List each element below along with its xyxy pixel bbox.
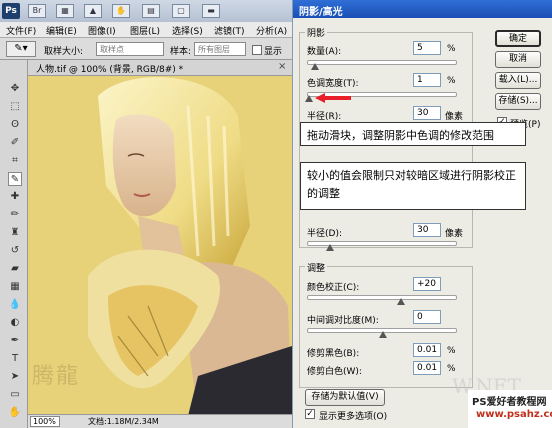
- adjustments-group-label: 调整: [305, 261, 328, 274]
- shadow-radius-label: 半径(R):: [307, 112, 342, 122]
- black-clip-input[interactable]: 0.01: [413, 343, 441, 357]
- color-correction-input[interactable]: +20: [413, 277, 441, 291]
- site-branding: PS爱好者教程网 www.psahz.com: [468, 390, 552, 428]
- arrange-icon[interactable]: ▤: [142, 4, 160, 18]
- save-button[interactable]: 存储(S)...: [495, 93, 541, 110]
- history-brush-icon[interactable]: ↺: [8, 244, 22, 258]
- show-ring-label: 显示: [264, 47, 283, 57]
- amount-label: 数量(A):: [307, 47, 342, 57]
- save-as-default-button[interactable]: 存储为默认值(V): [305, 389, 385, 406]
- amount-slider-track[interactable]: [307, 60, 457, 65]
- amount-unit: %: [447, 44, 456, 54]
- eyedropper-tool-icon[interactable]: ✎: [8, 172, 22, 186]
- show-more-options-label: 显示更多选项(O): [319, 412, 388, 422]
- quick-select-tool-icon[interactable]: ✐: [8, 136, 22, 150]
- document-title: 人物.tif @ 100% (背景, RGB/8#) *: [36, 65, 184, 75]
- zoom-field[interactable]: 100%: [30, 416, 60, 427]
- color-correction-label: 颜色校正(C):: [307, 283, 360, 293]
- shadow-radius-input[interactable]: 30: [413, 106, 441, 120]
- workspace-icon[interactable]: ▬: [202, 4, 220, 18]
- show-ring-checkbox[interactable]: [252, 45, 262, 55]
- highlight-radius-label: 半径(D):: [307, 229, 342, 239]
- white-clip-label: 修剪白色(W):: [307, 367, 362, 377]
- tonal-width-input[interactable]: 1: [413, 73, 441, 87]
- document-tab[interactable]: 人物.tif @ 100% (背景, RGB/8#) * ×: [28, 60, 292, 76]
- white-clip-input[interactable]: 0.01: [413, 361, 441, 375]
- amount-slider-thumb[interactable]: [310, 63, 319, 70]
- blur-tool-icon[interactable]: 💧: [8, 298, 22, 312]
- screen-mode-icon[interactable]: ▢: [172, 4, 190, 18]
- hand-icon[interactable]: ✋: [112, 4, 130, 18]
- callout-small-values: 较小的值会限制只对较暗区域进行阴影校正的调整: [300, 162, 526, 210]
- brand-name: PS爱好者教程网: [472, 397, 547, 408]
- photoshop-logo: Ps: [2, 3, 20, 19]
- shadows-group-label: 阴影: [305, 26, 328, 39]
- app-bar: Ps Br ▦ ▲ ✋ ▤ ▢ ▬: [0, 0, 292, 22]
- doc-size: 文档:1.18M/2.34M: [88, 417, 159, 426]
- black-clip-label: 修剪黑色(B):: [307, 349, 360, 359]
- zoom-icon[interactable]: ▲: [84, 4, 102, 18]
- sample-size-label: 取样大小:: [44, 47, 84, 57]
- midtone-contrast-input[interactable]: 0: [413, 310, 441, 324]
- black-clip-unit: %: [447, 346, 456, 356]
- mini-bridge-icon[interactable]: ▦: [56, 4, 74, 18]
- midtone-contrast-slider-thumb[interactable]: [379, 331, 387, 338]
- hand-tool-icon[interactable]: ✋: [8, 406, 22, 420]
- highlight-radius-input[interactable]: 30: [413, 223, 441, 237]
- close-icon[interactable]: ×: [278, 61, 286, 72]
- amount-input[interactable]: 5: [413, 41, 441, 55]
- color-correction-slider-thumb[interactable]: [397, 298, 405, 305]
- menu-filter[interactable]: 滤镜(T): [214, 24, 245, 37]
- healing-tool-icon[interactable]: ✚: [8, 190, 22, 204]
- shadow-radius-unit: 像素: [445, 112, 464, 122]
- crop-tool-icon[interactable]: ⌗: [8, 154, 22, 168]
- dodge-tool-icon[interactable]: ◐: [8, 316, 22, 330]
- color-correction-slider-track[interactable]: [307, 295, 457, 300]
- shape-tool-icon[interactable]: ▭: [8, 388, 22, 402]
- highlight-radius-slider-thumb[interactable]: [326, 244, 334, 251]
- pen-tool-icon[interactable]: ✒: [8, 334, 22, 348]
- highlight-radius-unit: 像素: [445, 229, 464, 239]
- shadow-highlight-dialog: 阴影/高光 阴影 数量(A): 5 % 色调宽度(T): 1 % 半径(R): …: [292, 0, 552, 428]
- eraser-tool-icon[interactable]: ▰: [8, 262, 22, 276]
- toolbox: ✥ ⬚ ʘ ✐ ⌗ ✎ ✚ ✏ ♜ ↺ ▰ ▦ 💧 ◐ ✒ T ➤ ▭ ✋: [0, 60, 28, 428]
- tonal-width-slider-thumb[interactable]: [304, 95, 313, 102]
- callout-tonal-width: 拖动滑块，调整阴影中色调的修改范围: [300, 122, 526, 146]
- status-bar: 100% 文档:1.18M/2.34M: [28, 414, 292, 428]
- dialog-title: 阴影/高光: [293, 0, 552, 18]
- brand-url: www.psahz.com: [476, 409, 552, 420]
- load-button[interactable]: 载入(L)...: [495, 72, 541, 89]
- tonal-width-unit: %: [447, 76, 456, 86]
- cancel-button[interactable]: 取消: [495, 51, 541, 68]
- menu-select[interactable]: 选择(S): [172, 24, 203, 37]
- gradient-tool-icon[interactable]: ▦: [8, 280, 22, 294]
- midtone-contrast-label: 中间调对比度(M):: [307, 316, 379, 326]
- sample-label: 样本:: [170, 47, 192, 57]
- lasso-tool-icon[interactable]: ʘ: [8, 118, 22, 132]
- menu-image[interactable]: 图像(I): [88, 24, 116, 37]
- bridge-icon[interactable]: Br: [28, 4, 46, 18]
- red-arrow-icon: [315, 93, 351, 103]
- stamp-tool-icon[interactable]: ♜: [8, 226, 22, 240]
- eyedropper-preset-icon[interactable]: ✎▾: [6, 41, 36, 57]
- type-tool-icon[interactable]: T: [8, 352, 22, 366]
- menu-analysis[interactable]: 分析(A): [256, 24, 287, 37]
- white-clip-unit: %: [447, 364, 456, 374]
- sample-select[interactable]: 所有图层: [194, 42, 246, 56]
- tonal-width-label: 色调宽度(T):: [307, 79, 359, 89]
- menu-bar: 文件(F) 编辑(E) 图像(I) 图层(L) 选择(S) 滤镜(T) 分析(A…: [0, 22, 292, 38]
- menu-edit[interactable]: 编辑(E): [46, 24, 77, 37]
- watermark-left: 腾龍: [32, 364, 81, 389]
- menu-layer[interactable]: 图层(L): [130, 24, 160, 37]
- brush-tool-icon[interactable]: ✏: [8, 208, 22, 222]
- show-more-options-checkbox[interactable]: ✓: [305, 409, 315, 419]
- path-select-icon[interactable]: ➤: [8, 370, 22, 384]
- marquee-tool-icon[interactable]: ⬚: [8, 100, 22, 114]
- ok-button[interactable]: 确定: [495, 30, 541, 47]
- menu-file[interactable]: 文件(F): [6, 24, 36, 37]
- move-tool-icon[interactable]: ✥: [8, 82, 22, 96]
- sample-size-select[interactable]: 取样点: [96, 42, 164, 56]
- options-bar: ✎▾ 取样大小: 取样点 样本: 所有图层 显示: [0, 38, 292, 60]
